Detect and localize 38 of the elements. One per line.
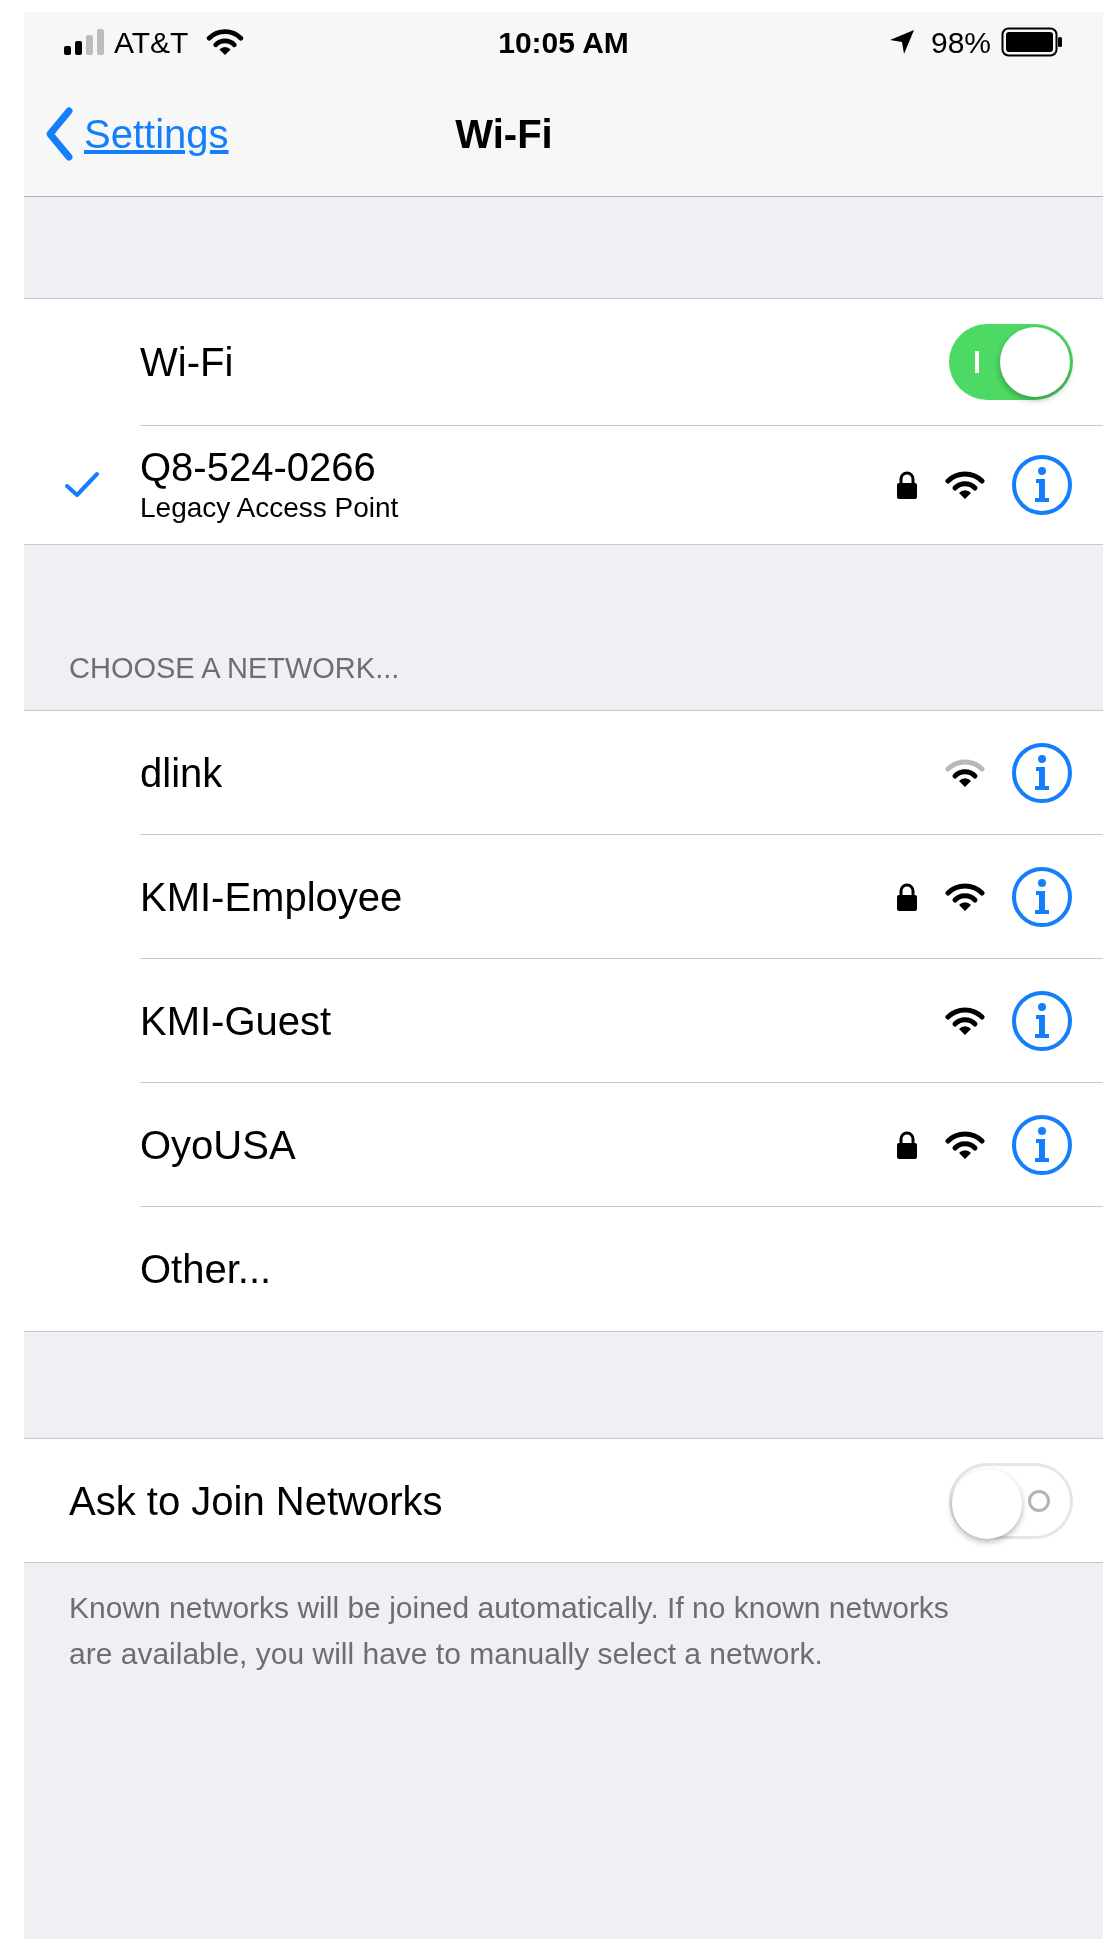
page-title: Wi-Fi [455, 111, 553, 158]
info-icon [1011, 741, 1073, 804]
cellular-signal-icon [64, 29, 106, 55]
toggle-switch[interactable] [949, 1462, 1073, 1539]
footer-note: Known networks will be joined automatically. If no known networks are available, you will have to manually select a network. [68, 1590, 950, 1672]
section-header: CHOOSE A NETWORK... [69, 650, 400, 686]
back-button[interactable]: Settings [44, 104, 229, 164]
info-icon [1011, 989, 1073, 1052]
info-icon [1011, 1113, 1073, 1176]
location-arrow-icon [888, 29, 915, 55]
toggle-switch[interactable] [949, 324, 1073, 400]
network-name: dlink [140, 749, 224, 797]
toggle-knob [952, 1468, 1022, 1539]
battery-percent: 98% [930, 24, 991, 61]
ask-to-join-label: Ask to Join Networks [69, 1477, 444, 1525]
battery-icon [1001, 27, 1063, 57]
info-button[interactable] [1011, 989, 1073, 1052]
info-button[interactable] [1011, 1113, 1073, 1176]
carrier-text: AT&T [114, 24, 189, 61]
on-label-icon [975, 351, 979, 373]
network-name: Q8-524-0266 [140, 444, 377, 490]
network-name: OyoUSA [140, 1121, 297, 1169]
network-name: KMI-Guest [140, 997, 333, 1045]
info-button[interactable] [1011, 741, 1073, 804]
wifi-status-icon [206, 28, 245, 56]
network-name: Other... [140, 1246, 273, 1293]
clock-text: 10:05 AM [498, 24, 629, 61]
off-label-icon [1028, 1489, 1050, 1512]
info-icon [1011, 865, 1073, 928]
info-icon [1011, 454, 1073, 516]
network-subtitle: Legacy Access Point [140, 491, 400, 525]
info-button[interactable] [1011, 865, 1073, 928]
connected-network-row[interactable]: Q8-524-0266 Legacy Access Point [140, 425, 1103, 544]
chevron-left-icon [44, 106, 74, 162]
wifi-label: Wi-Fi [140, 339, 235, 386]
toggle-knob [1000, 327, 1070, 397]
info-button[interactable] [1011, 454, 1073, 516]
network-name: KMI-Employee [140, 873, 404, 921]
